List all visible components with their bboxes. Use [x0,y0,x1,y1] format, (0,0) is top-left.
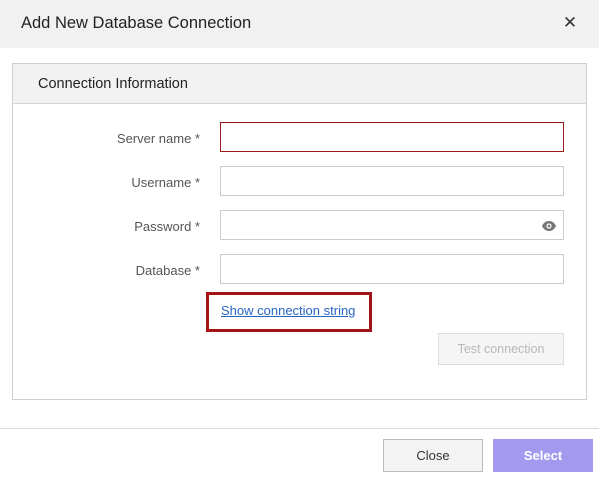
dialog-title: Add New Database Connection [21,14,252,32]
server-name-input[interactable] [220,122,564,152]
panel-header: Connection Information [13,64,586,104]
select-button[interactable]: Select [493,439,593,472]
password-label: Password * [134,219,200,234]
panel-title: Connection Information [38,76,188,92]
test-connection-button[interactable]: Test connection [438,333,564,365]
dialog-header: Add New Database Connection ✕ [0,0,599,48]
close-icon[interactable]: ✕ [560,12,580,34]
eye-icon[interactable] [541,218,557,234]
footer-divider [0,428,599,429]
close-button[interactable]: Close [383,439,483,472]
username-input[interactable] [220,166,564,196]
database-label: Database * [135,263,200,278]
password-input[interactable] [220,210,564,240]
server-name-label: Server name * [116,131,200,146]
database-input[interactable] [220,254,564,284]
show-connection-string-link[interactable]: Show connection string [221,303,355,318]
username-label: Username * [131,175,200,190]
